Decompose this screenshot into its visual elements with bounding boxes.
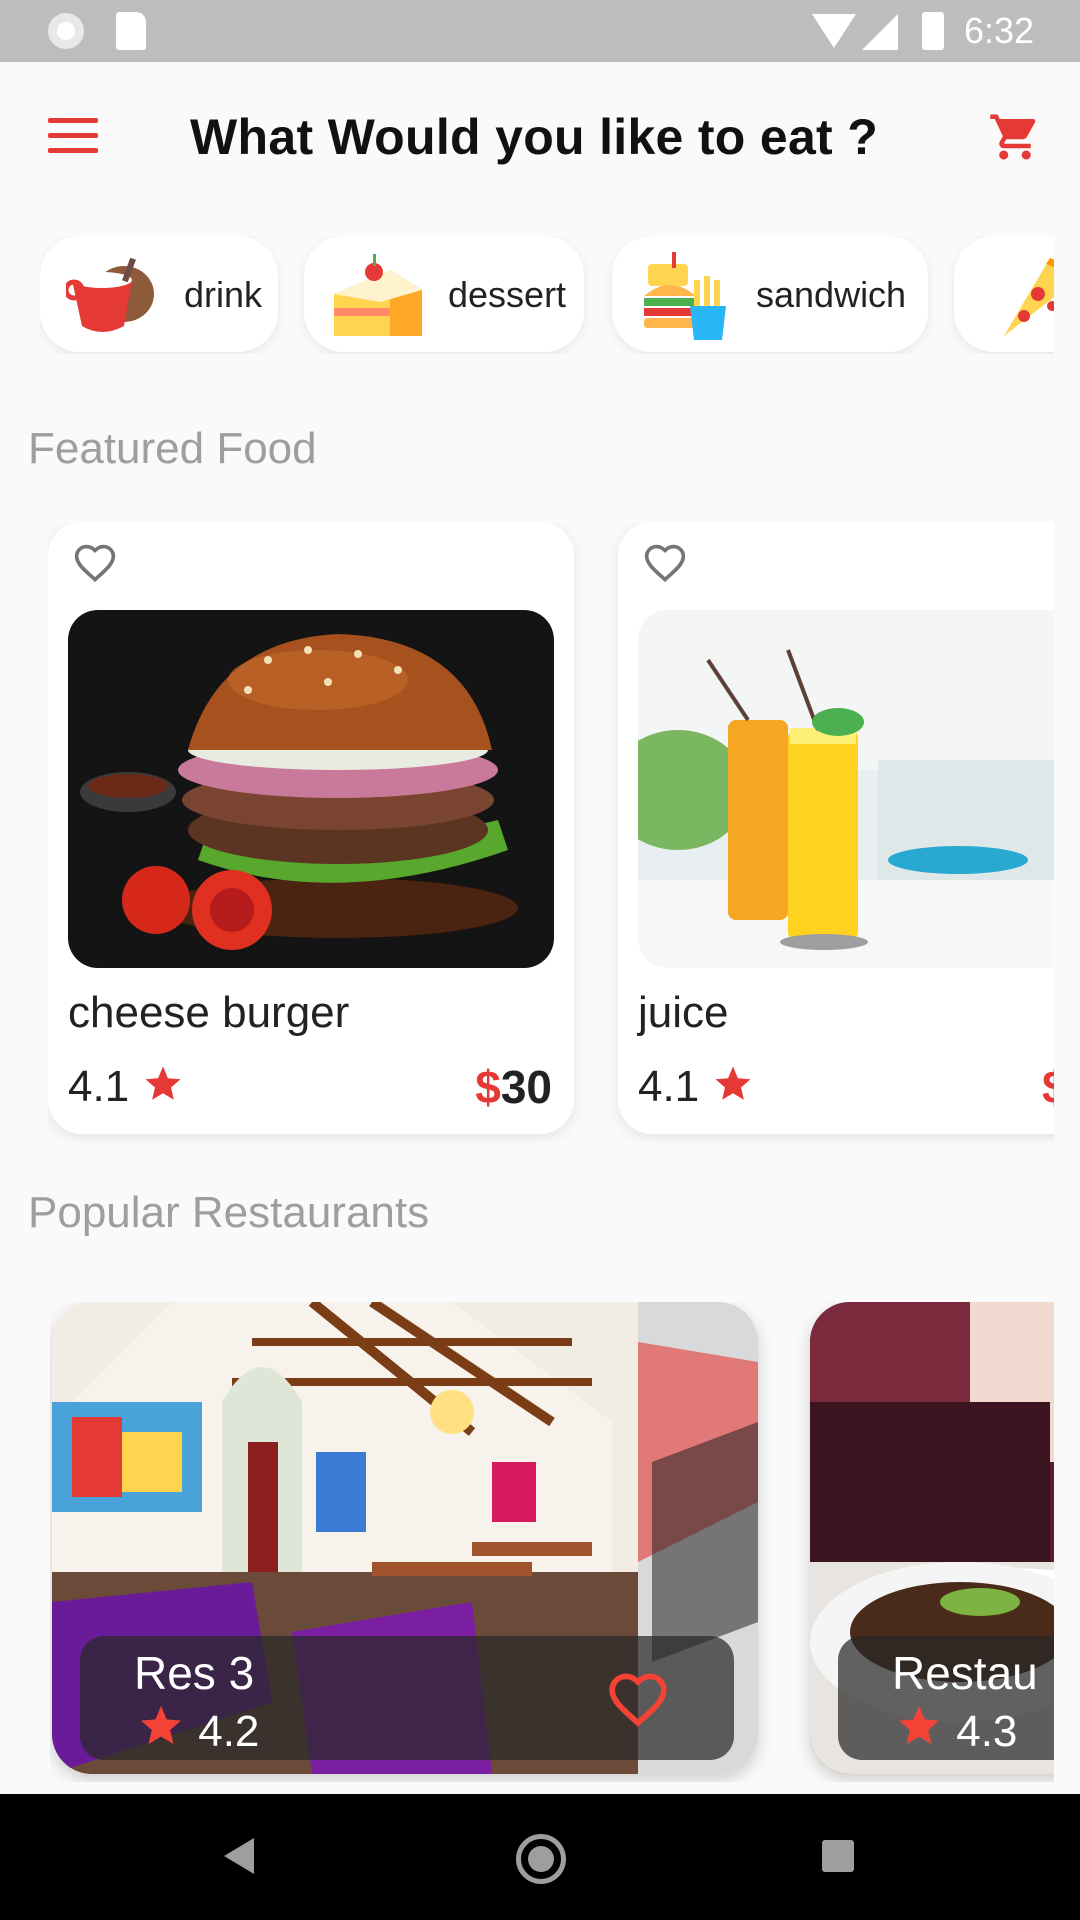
juice-glasses-photo [638, 610, 1054, 968]
restaurant-rating: 4.3 [894, 1702, 1017, 1757]
restaurant-card[interactable]: Restau 4.3 [810, 1302, 1054, 1774]
star-icon [715, 1066, 751, 1100]
currency-symbol: $ [475, 1061, 501, 1113]
food-price: $ [1042, 1060, 1054, 1114]
restaurant-card[interactable]: Res 3 4.2 [52, 1302, 758, 1774]
restaurant-list: Res 3 4.2 Restau 4.3 [50, 1302, 1054, 1782]
restaurant-info-overlay: Restau 4.3 [838, 1636, 1054, 1760]
price-value: 30 [500, 1061, 552, 1113]
sync-icon [48, 13, 84, 49]
status-bar: 6:32 [0, 0, 1080, 62]
pizza-icon [1004, 258, 1054, 336]
hamburger-menu-icon[interactable] [48, 118, 98, 154]
drink-icon [66, 257, 154, 332]
featured-food-title: Featured Food [28, 424, 317, 473]
rating-value: 4.1 [68, 1062, 130, 1111]
rating-value: 4.2 [198, 1707, 260, 1756]
food-card[interactable]: juice 4.1 $ [618, 522, 1054, 1134]
restaurant-rating: 4.2 [136, 1702, 259, 1757]
rating-value: 4.1 [638, 1062, 700, 1111]
restaurant-name: Res 3 [134, 1647, 255, 1699]
cheese-burger-photo [68, 610, 554, 968]
status-time: 6:32 [964, 10, 1035, 51]
popular-restaurants-title: Popular Restaurants [28, 1188, 430, 1237]
star-icon [141, 1706, 181, 1744]
food-price: $30 [475, 1060, 552, 1114]
cake-icon [334, 254, 422, 336]
featured-food-list: cheese burger 4.1 $30 juice 4.1 [48, 522, 1054, 1142]
currency-symbol: $ [1042, 1061, 1054, 1113]
restaurant-name: Restau [892, 1647, 1038, 1699]
wifi-icon [812, 14, 856, 48]
food-name: cheese burger [68, 988, 350, 1037]
star-icon [899, 1706, 939, 1744]
system-nav-bar [0, 1794, 1080, 1920]
home-circle-icon[interactable] [516, 1834, 566, 1884]
category-drink[interactable]: drink [40, 236, 278, 352]
food-name: juice [638, 988, 729, 1037]
sd-card-icon [116, 12, 146, 50]
category-pizza[interactable] [954, 236, 1054, 352]
rating-value: 4.3 [956, 1707, 1018, 1756]
restaurant-info-overlay: Res 3 4.2 [80, 1636, 734, 1760]
category-sandwich[interactable]: sandwich [612, 236, 928, 352]
category-label: drink [184, 274, 263, 315]
shopping-cart-icon[interactable] [988, 110, 1042, 164]
favorite-outline-icon[interactable] [604, 1670, 672, 1732]
food-card[interactable]: cheese burger 4.1 $30 [48, 522, 574, 1134]
signal-icon [862, 14, 898, 50]
back-triangle-icon[interactable] [224, 1838, 254, 1874]
food-rating: 4.1 [638, 1062, 755, 1112]
favorite-outline-icon[interactable] [72, 542, 118, 586]
category-dessert[interactable]: dessert [304, 236, 584, 352]
category-label: sandwich [756, 274, 907, 315]
category-label: dessert [448, 274, 567, 315]
burger-fries-icon [644, 252, 726, 340]
battery-icon [922, 12, 944, 50]
page-title: What Would you like to eat ? [190, 109, 879, 165]
star-icon [145, 1066, 181, 1100]
category-list: drink dessert sandwich [40, 236, 1054, 354]
favorite-outline-icon[interactable] [642, 542, 688, 586]
recent-apps-square-icon[interactable] [822, 1840, 854, 1872]
food-rating: 4.1 [68, 1062, 185, 1112]
